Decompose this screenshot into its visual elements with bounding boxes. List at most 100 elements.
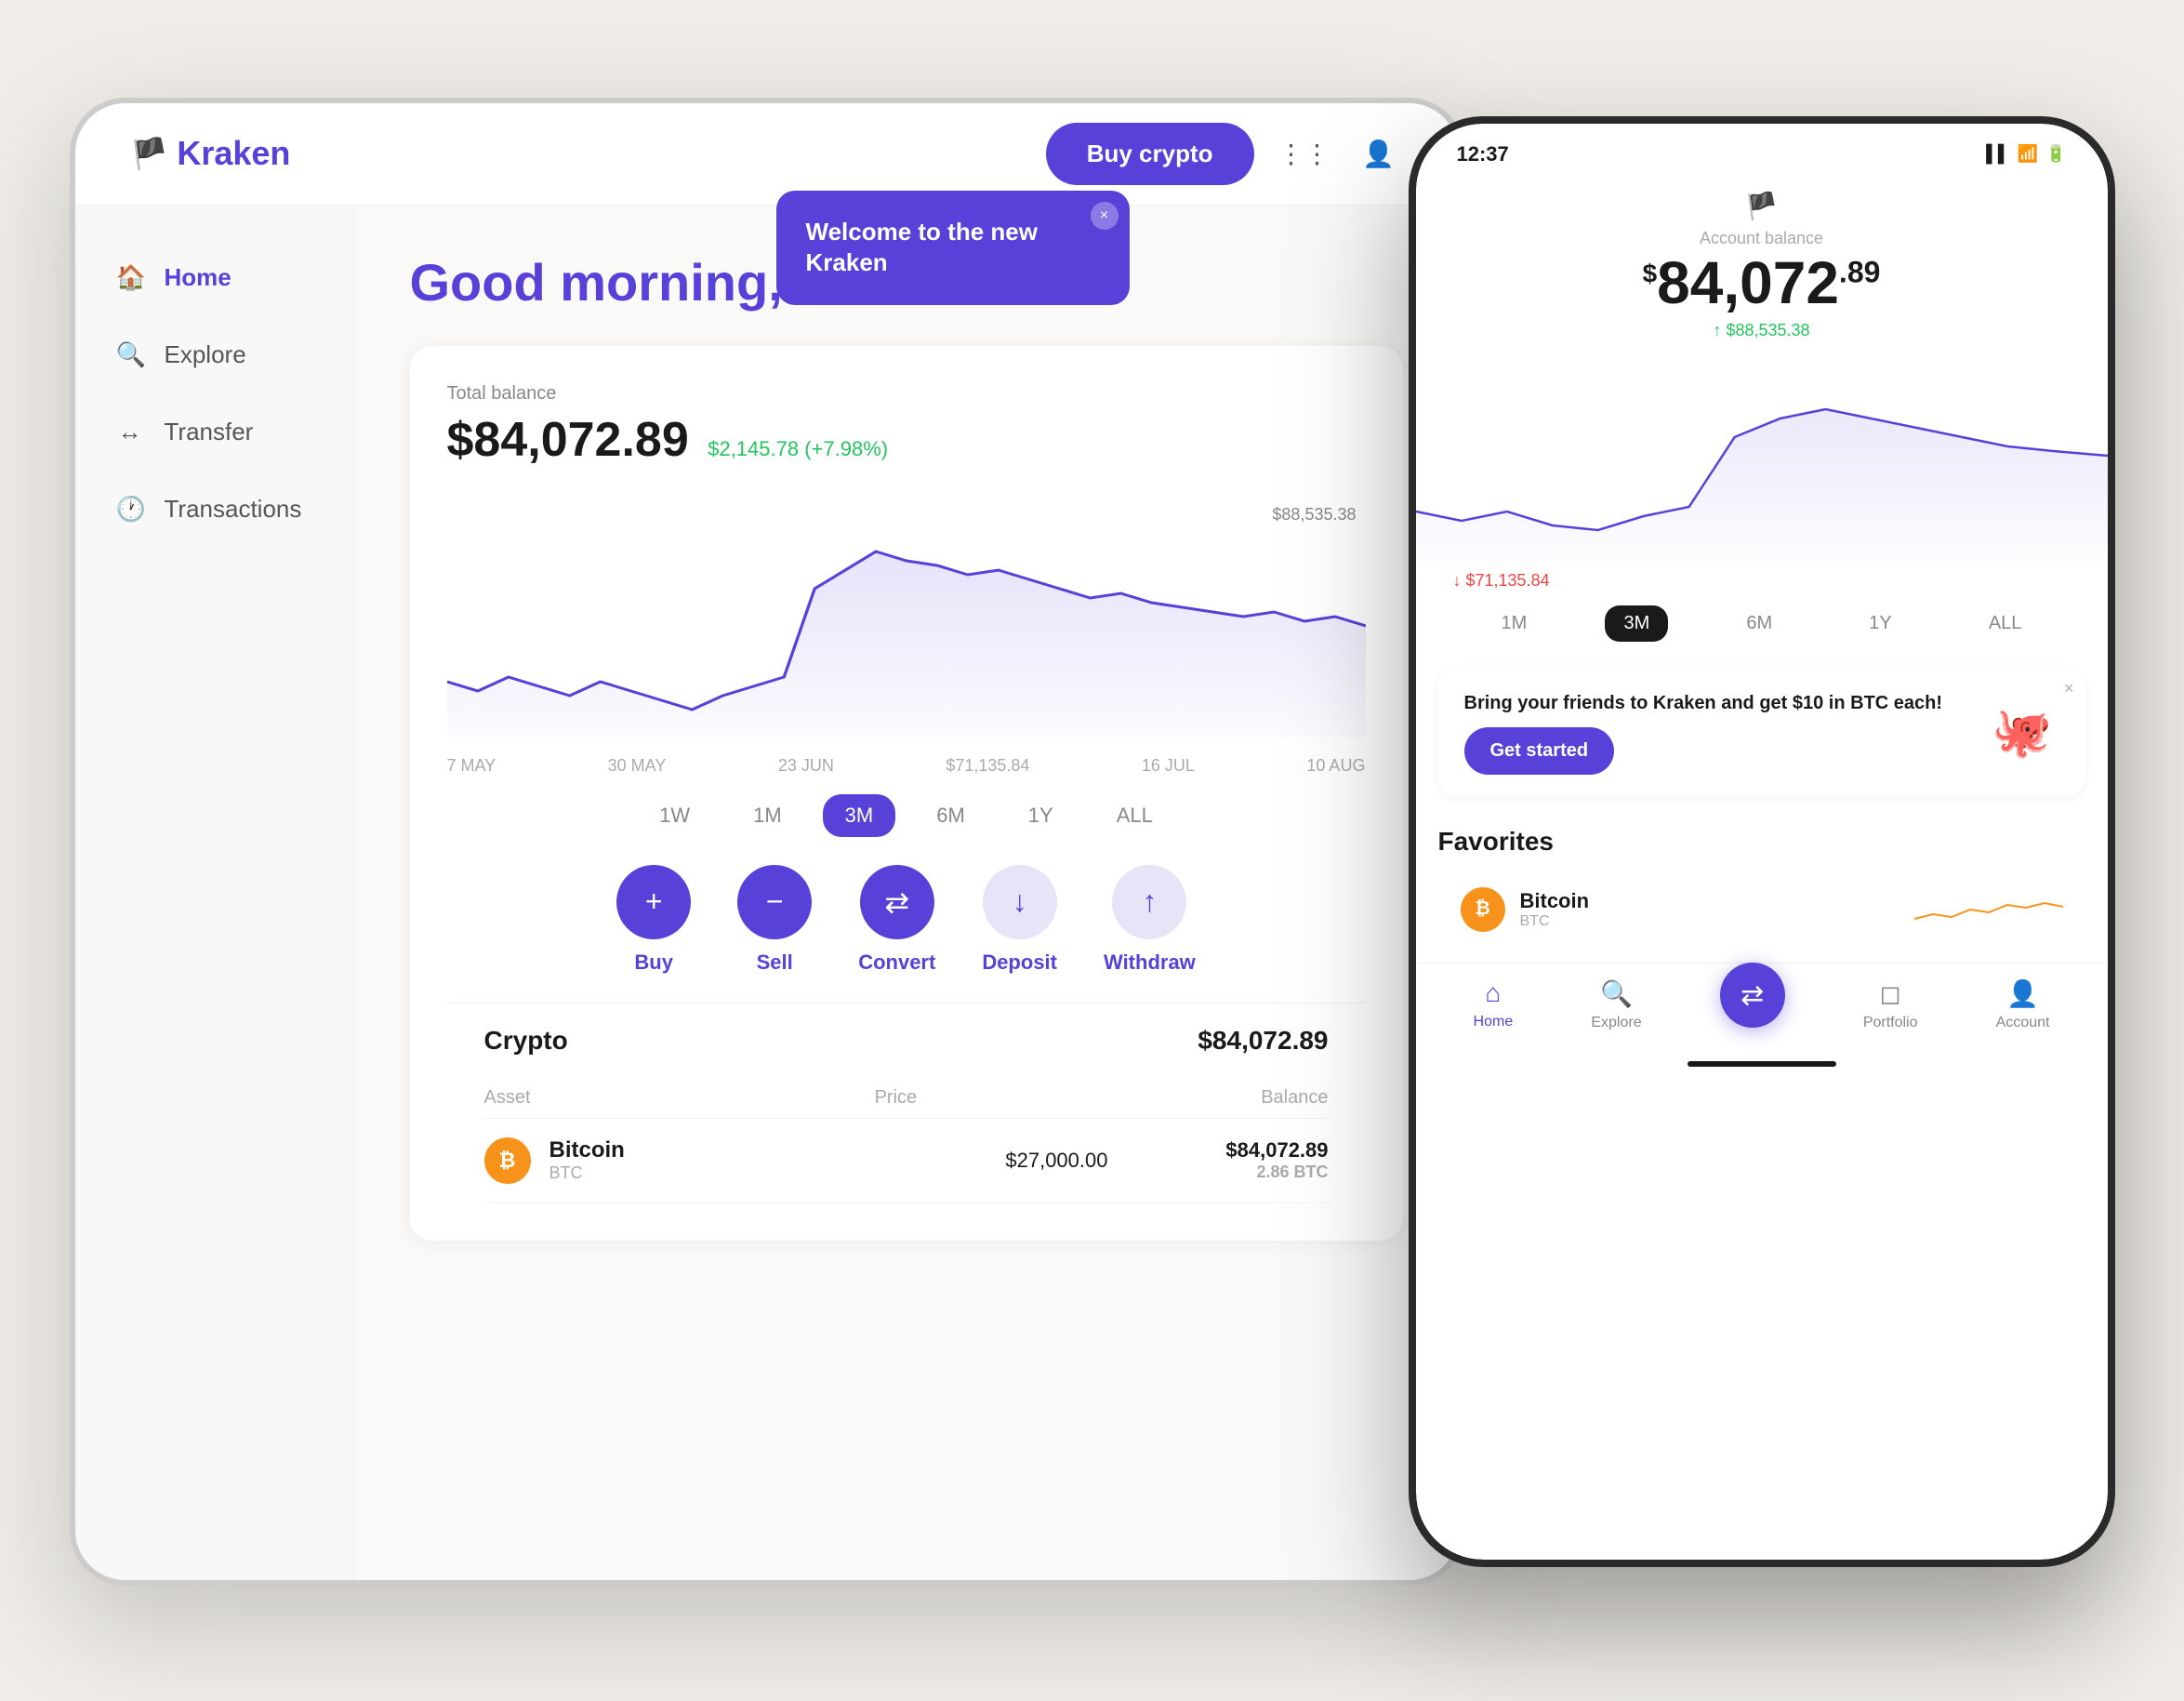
portfolio-nav-icon: ◻ (1880, 978, 1901, 1009)
btc-icon: ₿ (484, 1137, 531, 1184)
phone-logo: 🏴 (1745, 191, 1778, 221)
x-label-4: 16 JUL (1142, 756, 1195, 776)
convert-circle: ⇄ (860, 865, 934, 939)
portfolio-nav-label: Portfolio (1863, 1015, 1918, 1031)
phone-time: 12:37 (1457, 142, 1509, 166)
account-nav-label: Account (1996, 1015, 2050, 1031)
filter-6m[interactable]: 6M (914, 794, 987, 837)
asset-balance-btc: 2.86 BTC (1225, 1163, 1328, 1182)
bottom-nav-account[interactable]: 👤 Account (1996, 978, 2050, 1031)
phone-filter-1m[interactable]: 1M (1483, 605, 1546, 642)
balance-change: $2,145.78 (+7.98%) (708, 437, 888, 460)
phone-filter-all[interactable]: ALL (1970, 605, 2041, 642)
sell-button-wrap[interactable]: − Sell (737, 865, 812, 975)
grid-icon-button[interactable]: ⋮⋮ (1280, 129, 1329, 178)
phone-dollar-sign: $ (1643, 259, 1658, 287)
filter-3m[interactable]: 3M (823, 794, 896, 837)
chart-card: Total balance $84,072.89 $2,145.78 (+7.9… (410, 346, 1403, 1241)
fav-info: Bitcoin BTC (1520, 889, 1899, 930)
fav-btc-icon: ₿ (1461, 887, 1505, 932)
sidebar-item-explore[interactable]: 🔍 Explore (75, 320, 353, 390)
deposit-button-wrap[interactable]: ↓ Deposit (982, 865, 1057, 975)
sidebar-item-transfer[interactable]: ↔ Transfer (75, 397, 353, 467)
phone-balance-label: Account balance (1700, 229, 1823, 248)
popup-close-button[interactable]: × (1091, 202, 1118, 230)
explore-icon: 🔍 (116, 340, 144, 369)
get-started-button[interactable]: Get started (1464, 727, 1615, 775)
balance-amount: $84,072.89 (447, 413, 689, 467)
asset-balance: $84,072.89 2.86 BTC (1225, 1138, 1328, 1182)
convert-label: Convert (858, 950, 935, 975)
sidebar-item-transactions[interactable]: 🕐 Transactions (75, 474, 353, 544)
phone-chart-svg (1416, 363, 2108, 567)
phone-balance-cents: . (1839, 255, 1847, 288)
x-label-3: 23 JUN (778, 756, 834, 776)
referral-card: Bring your friends to Kraken and get $10… (1438, 668, 2085, 797)
account-icon-button[interactable]: 👤 (1355, 129, 1403, 178)
asset-balance-usd: $84,072.89 (1225, 1138, 1328, 1163)
bottom-nav-portfolio[interactable]: ◻ Portfolio (1863, 978, 1918, 1031)
asset-ticker: BTC (549, 1163, 888, 1183)
table-header: Asset Price Balance (484, 1078, 1329, 1119)
header-actions: Buy crypto ⋮⋮ 👤 (1046, 123, 1403, 185)
fav-ticker: BTC (1520, 913, 1899, 930)
logo-text: Kraken (177, 134, 290, 173)
assets-title: Crypto (484, 1026, 568, 1056)
phone-time-filters: 1M 3M 6M 1Y ALL (1416, 594, 2108, 653)
referral-close-button[interactable]: × (2064, 679, 2074, 698)
buy-label: Buy (634, 950, 673, 975)
sell-label: Sell (757, 950, 793, 975)
home-nav-icon: ⌂ (1485, 978, 1501, 1008)
table-row[interactable]: ₿ Bitcoin BTC $27,000.00 $84,072.89 2.86… (484, 1119, 1329, 1203)
sidebar-label-explore: Explore (165, 340, 246, 369)
asset-price: $27,000.00 (887, 1149, 1225, 1173)
wifi-icon: 📶 (2018, 144, 2038, 164)
col-balance: Balance (1261, 1087, 1328, 1109)
phone: 12:37 ▌▌ 📶 🔋 🏴 Account balance $84,072.8… (1409, 116, 2115, 1567)
phone-filter-3m[interactable]: 3M (1605, 605, 1668, 642)
sidebar-label-transfer: Transfer (165, 418, 254, 446)
welcome-popup: × Welcome to the new Kraken (776, 191, 1130, 306)
balance-label: Total balance (447, 383, 1366, 405)
home-indicator (1688, 1061, 1836, 1067)
popup-title: Welcome to the new Kraken (806, 217, 1100, 280)
chart-container: $88,535.38 (447, 496, 1366, 738)
x-label-5: 10 AUG (1306, 756, 1365, 776)
buy-crypto-button[interactable]: Buy crypto (1046, 123, 1254, 185)
sidebar-label-transactions: Transactions (165, 495, 302, 524)
explore-nav-label: Explore (1591, 1015, 1641, 1031)
asset-name: Bitcoin (549, 1137, 888, 1163)
filter-1m[interactable]: 1M (731, 794, 804, 837)
phone-bottom-nav: ⌂ Home 🔍 Explore ⇄ ◻ Portfolio 👤 Account (1416, 963, 2108, 1054)
bottom-nav-explore[interactable]: 🔍 Explore (1591, 978, 1641, 1031)
center-nav-button[interactable]: ⇄ (1720, 963, 1785, 1028)
battery-icon: 🔋 (2045, 144, 2066, 164)
fav-item-btc[interactable]: ₿ Bitcoin BTC (1438, 868, 2085, 951)
x-label-1: 7 MAY (447, 756, 496, 776)
filter-1y[interactable]: 1Y (1006, 794, 1076, 837)
filter-1w[interactable]: 1W (637, 794, 712, 837)
buy-button-wrap[interactable]: + Buy (616, 865, 691, 975)
status-icons: ▌▌ 📶 🔋 (1986, 144, 2066, 164)
home-nav-label: Home (1474, 1014, 1514, 1030)
phone-filter-6m[interactable]: 6M (1727, 605, 1791, 642)
phone-screen: 12:37 ▌▌ 📶 🔋 🏴 Account balance $84,072.8… (1416, 124, 2108, 1560)
filter-all[interactable]: ALL (1094, 794, 1175, 837)
buy-circle: + (616, 865, 691, 939)
sidebar-item-home[interactable]: 🏠 Home (75, 243, 353, 312)
fav-chart (1914, 886, 2063, 933)
favorites-title: Favorites (1438, 812, 2085, 868)
phone-status-bar: 12:37 ▌▌ 📶 🔋 (1416, 124, 2108, 176)
col-price: Price (875, 1087, 918, 1109)
deposit-label: Deposit (982, 950, 1057, 975)
chart-svg (447, 496, 1366, 738)
bottom-nav-home[interactable]: ⌂ Home (1474, 978, 1514, 1030)
phone-filter-1y[interactable]: 1Y (1850, 605, 1910, 642)
assets-total: $84,072.89 (1198, 1026, 1328, 1056)
low-label: $71,135.84 (946, 756, 1029, 776)
tablet: 🏴 Kraken Buy crypto ⋮⋮ 👤 🏠 Home 🔍 Explor… (70, 98, 1464, 1586)
convert-button-wrap[interactable]: ⇄ Convert (858, 865, 935, 975)
withdraw-button-wrap[interactable]: ↑ Withdraw (1104, 865, 1196, 975)
logo: 🏴 Kraken (131, 134, 291, 173)
chart-high-label: $88,535.38 (1272, 505, 1356, 525)
